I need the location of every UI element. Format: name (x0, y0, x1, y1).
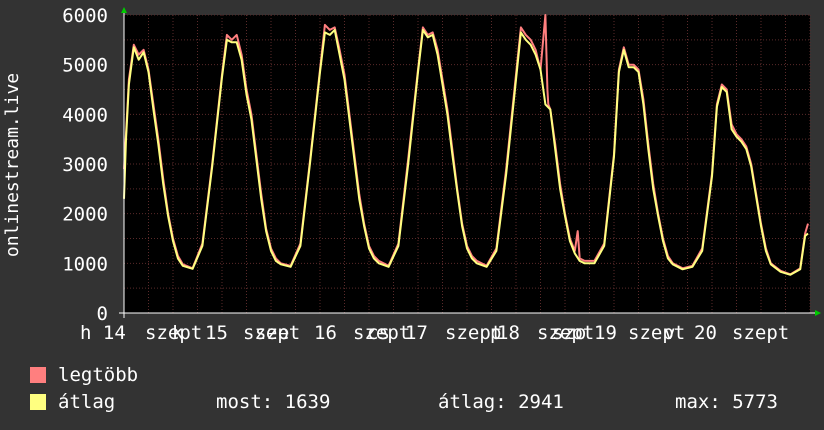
y-tick-label: 1000 (62, 253, 108, 275)
x-tick-label: h 14 (80, 322, 126, 344)
legend-label-max: legtöbb (58, 364, 139, 386)
y-tick-labels: 0100020003000400050006000 (62, 5, 108, 325)
legend-swatch-avg (30, 394, 46, 410)
y-tick-label: 3000 (62, 154, 108, 176)
x-tick-label: sze (255, 322, 289, 344)
x-tick-label: 20 (694, 322, 717, 344)
y-tick-label: 2000 (62, 204, 108, 226)
x-tick-label: v (664, 322, 675, 344)
x-tick-label: cs (367, 322, 390, 344)
x-tick-label: szo (552, 322, 586, 344)
y-tick-label: 5000 (62, 55, 108, 77)
x-tick-labels: h 14 szept 15 szept 16 szept17 szept18 szept 19 s… (80, 322, 789, 344)
stat-max: max: 5773 (675, 391, 778, 413)
chart: 0100020003000400050006000 h 14 szept 15 sze… (2, 5, 821, 344)
x-tick-label: szept (732, 322, 789, 344)
stat-now: most: 1639 (216, 391, 331, 413)
y-axis-arrow (121, 7, 127, 13)
stat-average: átlag: 2941 (438, 391, 564, 413)
x-tick-label: 19 (594, 322, 617, 344)
x-tick-label: szept (628, 322, 685, 344)
y-tick-label: 4000 (62, 104, 108, 126)
legend-item-max: legtöbb (30, 364, 138, 386)
x-axis-arrow (815, 310, 821, 316)
x-tick-label: p (490, 322, 501, 344)
legend-label-avg: átlag (58, 391, 116, 413)
x-tick-label: 16 (314, 322, 337, 344)
legend-swatch-max (30, 367, 46, 383)
x-tick-label: k (172, 322, 184, 344)
y-axis-label: onlinestream.live (2, 73, 23, 257)
y-tick-label: 6000 (62, 5, 108, 27)
x-tick-label: 17 (405, 322, 428, 344)
legend-item-avg: átlag (30, 391, 115, 413)
x-tick-label: 15 (205, 322, 228, 344)
